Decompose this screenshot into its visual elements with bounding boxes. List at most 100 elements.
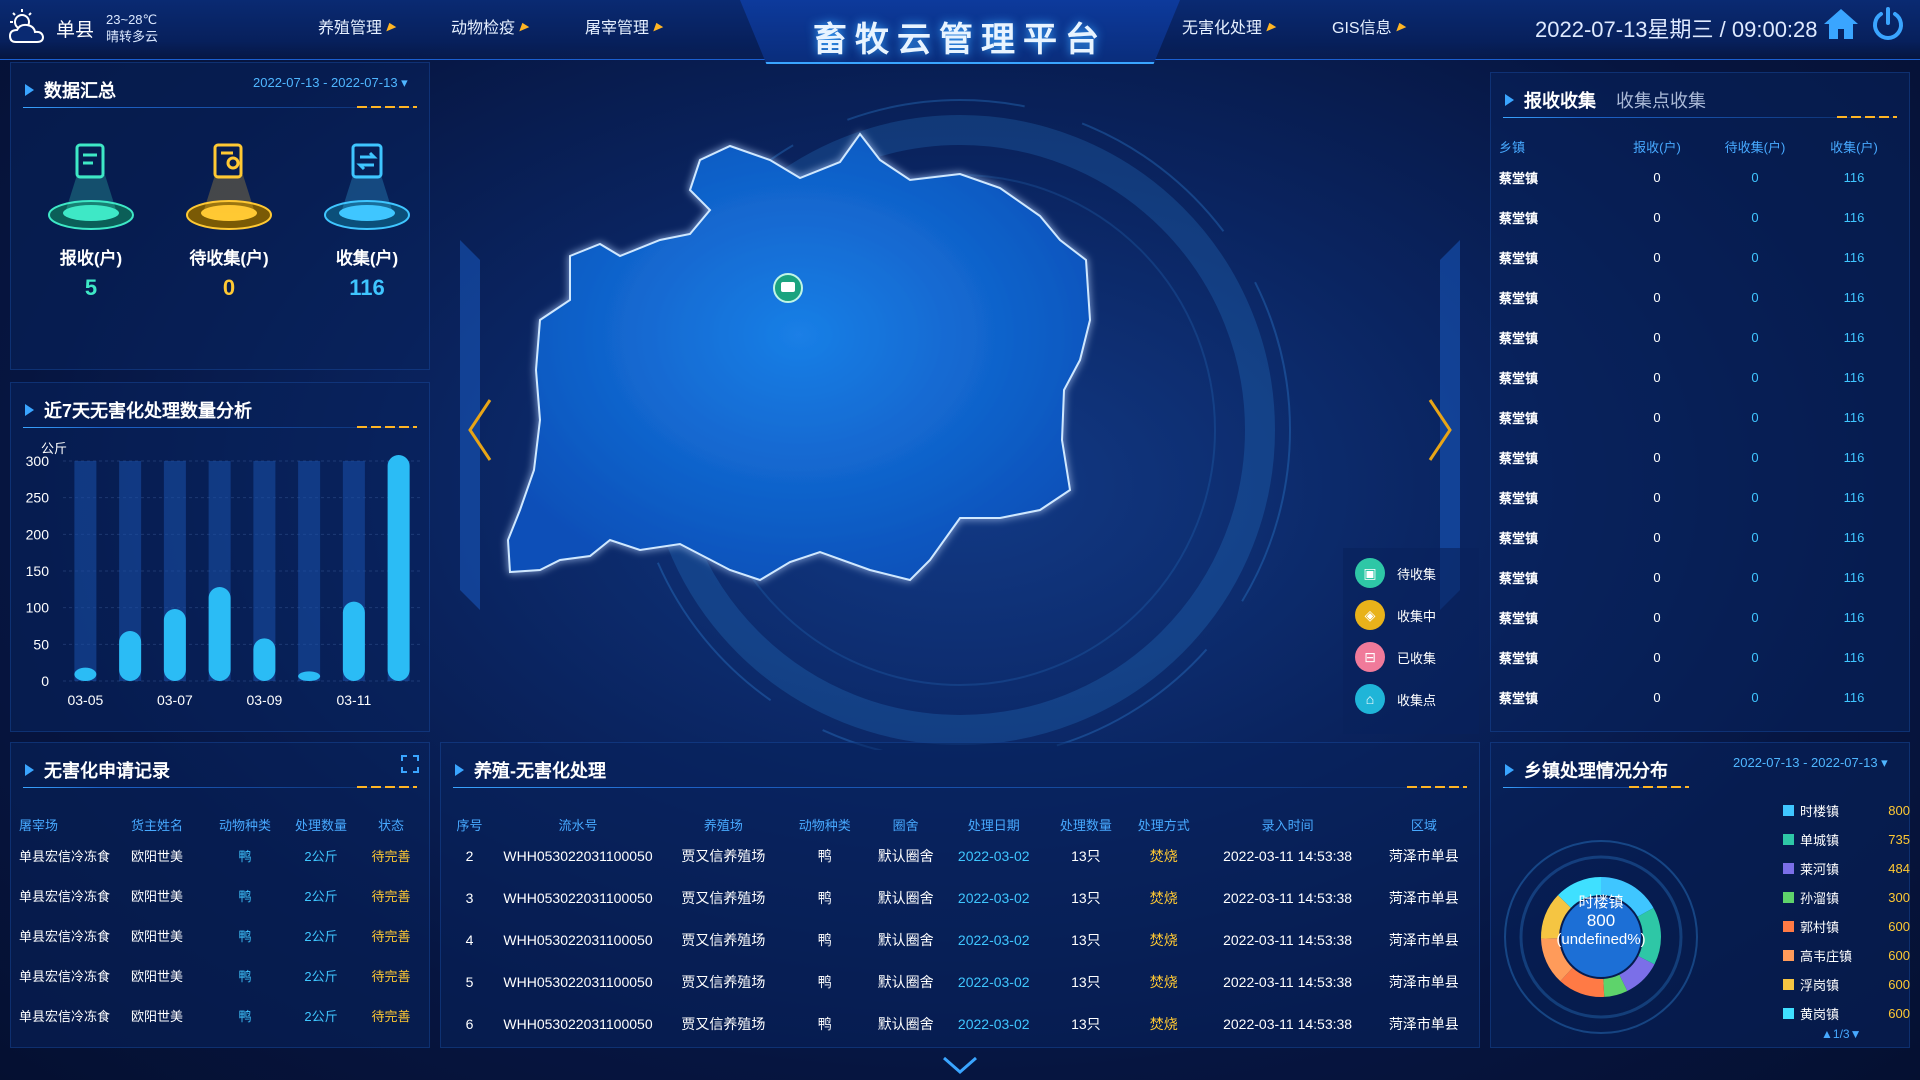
table-cell: 蔡堂镇	[1499, 330, 1539, 346]
summary-title: 数据汇总	[25, 77, 116, 103]
legend-item[interactable]: 单城镇 735	[1783, 830, 1910, 849]
clipboard-swap-icon	[324, 143, 410, 230]
table-cell: 蔡堂镇	[1499, 570, 1539, 586]
table-row[interactable]: 蔡堂镇 0 0 116	[1499, 677, 1903, 717]
bar[interactable]	[298, 671, 321, 681]
table-row[interactable]: 蔡堂镇 0 0 116	[1499, 437, 1903, 477]
table-row[interactable]: 蔡堂镇 0 0 116	[1499, 597, 1903, 637]
legend-pager[interactable]: ▲1/3▼	[1821, 1027, 1861, 1041]
table-row[interactable]: 3 WHH053022031100050 贾又信养殖场 鸭 默认圈舍 2022-03-02…	[449, 877, 1473, 919]
table-row[interactable]: 蔡堂镇 0 0 116	[1499, 637, 1903, 677]
home-icon[interactable]	[1822, 7, 1860, 41]
bar[interactable]	[163, 609, 186, 681]
table-row[interactable]: 单县宏信冷冻食 欧阳世美 鸭 2公斤 待完善	[19, 915, 423, 955]
table-row[interactable]: 蔡堂镇 0 0 116	[1499, 237, 1903, 277]
treatment-panel: 养殖-无害化处理 序号 流水号 养殖场 动物种类 圈舍 处理日期 处理数量 处理…	[440, 742, 1480, 1048]
table-cell: 待完善	[371, 1008, 411, 1024]
bar-background	[74, 461, 97, 681]
nav-slaughter[interactable]: 屠宰管理 ▶	[585, 14, 665, 38]
table-cell: 2022-03-11 14:53:38	[1223, 890, 1353, 906]
legend-point[interactable]: ⌂ 收集点	[1355, 684, 1436, 714]
county-map	[506, 132, 1092, 582]
donut-center-pct: (undefined%)	[1556, 931, 1646, 948]
collect-table: 乡镇 报收(户) 待收集(户) 收集(户) 蔡堂镇 0 0 116 蔡堂镇 0 0 116 蔡堂…	[1499, 135, 1903, 717]
bar[interactable]	[74, 667, 97, 681]
table-cell: 116	[1843, 449, 1865, 465]
map-legend: ▣ 待收集 ◈ 收集中 ⊟ 已收集 ⌂ 收集点	[1343, 548, 1479, 734]
legend-item[interactable]: 孙溜镇 300	[1783, 888, 1910, 907]
chevron-down-icon[interactable]	[940, 1056, 980, 1076]
legend-item[interactable]: 时楼镇 800	[1783, 801, 1910, 820]
nav-breeding[interactable]: 养殖管理 ▶	[318, 14, 399, 38]
legend-value: 600	[1888, 1006, 1910, 1021]
table-row[interactable]: 单县宏信冷冻食 欧阳世美 鸭 2公斤 待完善	[19, 995, 423, 1035]
table-row[interactable]: 蔡堂镇 0 0 116	[1499, 277, 1903, 317]
legend-item[interactable]: 高韦庄镇 600	[1783, 946, 1910, 965]
legend-collected[interactable]: ⊟ 已收集	[1355, 642, 1436, 672]
table-row[interactable]: 6 WHH053022031100050 贾又信养殖场 鸭 默认圈舍 2022-03-02…	[449, 1003, 1473, 1045]
table-row[interactable]: 蔡堂镇 0 0 116	[1499, 397, 1903, 437]
legend-name: 莱河镇	[1800, 862, 1840, 877]
bar[interactable]	[119, 631, 142, 681]
table-row[interactable]: 单县宏信冷冻食 欧阳世美 鸭 2公斤 待完善	[19, 835, 423, 875]
table-cell: 2公斤	[304, 888, 338, 904]
table-cell: 0	[1751, 609, 1759, 625]
treatment-title: 养殖-无害化处理	[455, 757, 606, 783]
table-cell: 2022-03-02	[957, 974, 1030, 990]
header-bar: 畜牧云管理平台 单县 23~28℃ 晴转多云 养殖管理 ▶ 动物检疫 ▶ 屠宰管理 ▶…	[0, 0, 1920, 64]
table-row[interactable]: 蔡堂镇 0 0 116	[1499, 477, 1903, 517]
table-row[interactable]: 5 WHH053022031100050 贾又信养殖场 鸭 默认圈舍 2022-03-02…	[449, 961, 1473, 1003]
document-edit-icon	[48, 143, 134, 230]
table-cell: 默认圈舍	[877, 932, 934, 948]
page-title: 畜牧云管理平台	[813, 21, 1107, 59]
collect-panel: 报收收集 收集点收集 乡镇 报收(户) 待收集(户) 收集(户) 蔡堂镇 0 0 11…	[1490, 72, 1910, 732]
legend-item[interactable]: 郭村镇 600	[1783, 917, 1910, 936]
table-row[interactable]: 单县宏信冷冻食 欧阳世美 鸭 2公斤 待完善	[19, 955, 423, 995]
table-cell: 待完善	[371, 928, 411, 944]
legend-name: 黄岗镇	[1800, 1007, 1840, 1022]
nav-quarantine[interactable]: 动物检疫 ▶	[451, 14, 531, 38]
table-cell: 0	[1653, 489, 1661, 505]
table-row[interactable]: 单县宏信冷冻食 欧阳世美 鸭 2公斤 待完善	[19, 875, 423, 915]
nav-harmless[interactable]: 无害化处理 ▶	[1182, 14, 1278, 38]
legend-pending[interactable]: ▣ 待收集	[1355, 558, 1436, 588]
table-row[interactable]: 蔡堂镇 0 0 116	[1499, 357, 1903, 397]
table-cell: 蔡堂镇	[1499, 690, 1539, 706]
table-row[interactable]: 蔡堂镇 0 0 116	[1499, 157, 1903, 197]
table-cell: 0	[1653, 609, 1661, 625]
table-row[interactable]: 蔡堂镇 0 0 116	[1499, 317, 1903, 357]
summary-date-range[interactable]: 2022-07-13 - 2022-07-13 ▾	[253, 75, 408, 91]
bar[interactable]	[208, 587, 231, 681]
pager-up-icon[interactable]: ▲	[1821, 1027, 1833, 1041]
table-header: 屠宰场 货主姓名 动物种类 处理数量 状态	[19, 817, 404, 833]
legend-name: 时楼镇	[1800, 804, 1840, 819]
table-cell: 0	[1751, 329, 1759, 345]
arrow-right-icon: ▶	[385, 20, 399, 33]
power-icon[interactable]	[1870, 6, 1906, 42]
bar[interactable]	[342, 601, 365, 681]
triangle-icon	[1505, 94, 1514, 106]
stat-reported: 报收(户) 5	[31, 143, 151, 301]
table-cell: 欧阳世美	[131, 928, 184, 944]
nav-gis[interactable]: GIS信息 ▶	[1332, 14, 1408, 38]
pager-down-icon[interactable]: ▼	[1850, 1027, 1862, 1041]
tab-report-collect[interactable]: 报收收集	[1524, 87, 1596, 113]
table-row[interactable]: 4 WHH053022031100050 贾又信养殖场 鸭 默认圈舍 2022-03-02…	[449, 919, 1473, 961]
table-cell: 0	[1653, 169, 1661, 185]
table-row[interactable]: 蔡堂镇 0 0 116	[1499, 517, 1903, 557]
table-row[interactable]: 蔡堂镇 0 0 116	[1499, 557, 1903, 597]
legend-item[interactable]: 莱河镇 484	[1783, 859, 1910, 878]
y-tick-label: 300	[26, 453, 50, 469]
bar[interactable]	[253, 638, 276, 681]
tab-point-collect[interactable]: 收集点收集	[1616, 87, 1706, 113]
legend-collecting[interactable]: ◈ 收集中	[1355, 600, 1436, 630]
legend-item[interactable]: 浮岗镇 600	[1783, 975, 1910, 994]
expand-icon[interactable]	[401, 755, 419, 773]
legend-item[interactable]: 黄岗镇 600	[1783, 1004, 1910, 1023]
table-row[interactable]: 蔡堂镇 0 0 116	[1499, 197, 1903, 237]
table-cell: 116	[1843, 249, 1865, 265]
town-date-range[interactable]: 2022-07-13 - 2022-07-13 ▾	[1733, 755, 1888, 771]
bar[interactable]	[387, 455, 410, 681]
table-cell: 116	[1843, 649, 1865, 665]
table-row[interactable]: 2 WHH053022031100050 贾又信养殖场 鸭 默认圈舍 2022-03-02…	[449, 835, 1473, 877]
